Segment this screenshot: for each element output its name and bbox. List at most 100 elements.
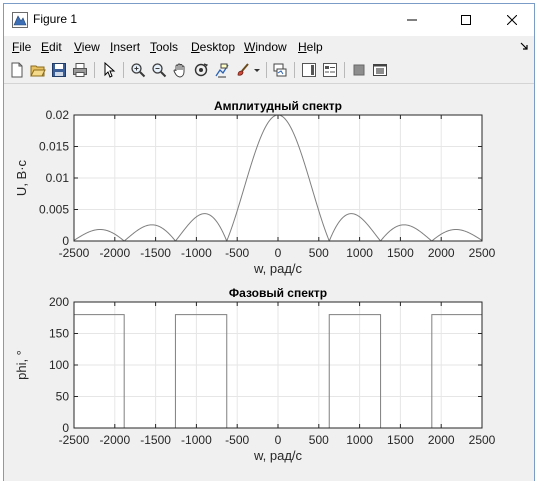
x-tick-label: 2000 bbox=[428, 246, 455, 260]
y-tick-label: 0.015 bbox=[39, 140, 69, 154]
data-cursor-icon bbox=[215, 63, 229, 78]
x-tick-label: 1000 bbox=[346, 433, 373, 447]
brush-button[interactable] bbox=[233, 60, 253, 80]
chart-title-1: Амплитудный спектр bbox=[214, 99, 342, 113]
link-plot-button[interactable] bbox=[270, 60, 290, 80]
toolbar-separator bbox=[294, 62, 295, 78]
menu-edit[interactable]: Edit bbox=[41, 40, 62, 54]
hide-plot-tools-button[interactable] bbox=[349, 60, 369, 80]
menu-view[interactable]: View bbox=[74, 40, 100, 54]
pan-hand-icon bbox=[173, 63, 185, 78]
rotate-3d-icon bbox=[194, 63, 209, 77]
y-tick-label: 150 bbox=[49, 327, 69, 341]
x-tick-label: 1500 bbox=[387, 433, 414, 447]
title-bar[interactable]: Figure 1 bbox=[4, 4, 534, 36]
y-tick-label: 0.005 bbox=[39, 203, 69, 217]
x-tick-label: 500 bbox=[309, 246, 329, 260]
maximize-icon bbox=[461, 15, 471, 25]
y-tick-label: 200 bbox=[49, 295, 69, 309]
y-axis-label-2: phi, ° bbox=[14, 350, 29, 380]
y-axis-label-1: U, В·с bbox=[14, 159, 29, 196]
brush-icon bbox=[237, 63, 249, 76]
toolbar-separator bbox=[123, 62, 124, 78]
y-tick-label: 0.02 bbox=[46, 108, 70, 122]
x-tick-label: -500 bbox=[225, 433, 249, 447]
zoom-out-icon bbox=[152, 63, 167, 78]
colorbar-icon bbox=[302, 63, 316, 77]
save-button[interactable] bbox=[49, 60, 69, 80]
show-plot-tools-button[interactable] bbox=[370, 60, 390, 80]
save-icon bbox=[52, 63, 66, 77]
show-plot-tools-icon bbox=[373, 64, 387, 76]
window-title: Figure 1 bbox=[33, 12, 78, 26]
x-tick-label: 0 bbox=[275, 433, 282, 447]
x-tick-label: -1500 bbox=[140, 433, 171, 447]
figure-window: Figure 1 File Edit View Insert Tools Des… bbox=[3, 3, 535, 481]
minimize-button[interactable] bbox=[390, 4, 434, 36]
pointer-icon bbox=[104, 62, 116, 78]
x-tick-label: 1000 bbox=[346, 246, 373, 260]
x-tick-label: -2500 bbox=[59, 433, 90, 447]
print-icon bbox=[73, 63, 87, 77]
x-tick-label: 2500 bbox=[469, 246, 496, 260]
menu-bar: File Edit View Insert Tools Desktop Wind… bbox=[4, 36, 534, 56]
y-tick-label: 0.01 bbox=[46, 171, 70, 185]
figure-canvas[interactable]: -2500 -2000 -1500 -1000 -500 0 500 1000 1500 2000… bbox=[4, 85, 534, 481]
insert-colorbar-button[interactable] bbox=[299, 60, 319, 80]
legend-icon bbox=[323, 63, 337, 77]
data-cursor-button[interactable] bbox=[212, 60, 232, 80]
x-tick-label: -1000 bbox=[181, 433, 212, 447]
x-tick-label: 2500 bbox=[469, 433, 496, 447]
close-icon bbox=[507, 15, 517, 25]
new-figure-button[interactable] bbox=[7, 60, 27, 80]
x-tick-label: 2000 bbox=[428, 433, 455, 447]
brush-dropdown-button[interactable] bbox=[252, 60, 262, 80]
x-tick-label: -2000 bbox=[99, 433, 130, 447]
pan-button[interactable] bbox=[170, 60, 190, 80]
insert-legend-button[interactable] bbox=[320, 60, 340, 80]
plots-svg: -2500 -2000 -1500 -1000 -500 0 500 1000 1500 2000… bbox=[14, 99, 496, 463]
toolbar-separator bbox=[266, 62, 267, 78]
x-axis-label-1: w, рад/с bbox=[253, 261, 303, 276]
menu-help[interactable]: Help bbox=[298, 40, 323, 54]
x-tick-label: 500 bbox=[309, 433, 329, 447]
open-file-button[interactable] bbox=[28, 60, 48, 80]
chevron-down-icon bbox=[254, 69, 260, 72]
y-tick-label: 0 bbox=[62, 234, 69, 248]
x-tick-label: -1000 bbox=[181, 246, 212, 260]
x-tick-label: -2000 bbox=[99, 246, 130, 260]
y-tick-label: 50 bbox=[56, 390, 70, 404]
zoom-out-button[interactable] bbox=[149, 60, 169, 80]
close-button[interactable] bbox=[490, 4, 534, 36]
x-tick-label: 0 bbox=[275, 246, 282, 260]
print-button[interactable] bbox=[70, 60, 90, 80]
dock-arrow-icon[interactable] bbox=[520, 42, 528, 50]
link-plot-icon bbox=[273, 63, 287, 77]
rotate-3d-button[interactable] bbox=[191, 60, 211, 80]
zoom-in-icon bbox=[131, 63, 146, 78]
x-tick-label: -500 bbox=[225, 246, 249, 260]
figure-toolbar bbox=[4, 56, 534, 84]
zoom-in-button[interactable] bbox=[128, 60, 148, 80]
new-figure-icon bbox=[11, 62, 23, 78]
toolbar-separator bbox=[94, 62, 95, 78]
menu-window[interactable]: Window bbox=[244, 40, 287, 54]
x-tick-label: -1500 bbox=[140, 246, 171, 260]
maximize-button[interactable] bbox=[444, 4, 488, 36]
matlab-figure-icon bbox=[12, 12, 28, 28]
edit-plot-button[interactable] bbox=[99, 60, 119, 80]
x-tick-label: -2500 bbox=[59, 246, 90, 260]
chart-title-2: Фазовый спектр bbox=[229, 286, 327, 300]
menu-file[interactable]: File bbox=[12, 40, 31, 54]
y-tick-label: 0 bbox=[62, 421, 69, 435]
menu-tools[interactable]: Tools bbox=[150, 40, 178, 54]
minimize-icon bbox=[407, 19, 417, 21]
x-tick-label: 1500 bbox=[387, 246, 414, 260]
open-file-icon bbox=[30, 65, 46, 77]
hide-plot-tools-icon bbox=[353, 64, 365, 76]
menu-insert[interactable]: Insert bbox=[110, 40, 140, 54]
x-axis-label-2: w, рад/с bbox=[253, 448, 303, 463]
y-tick-label: 100 bbox=[49, 358, 69, 372]
menu-desktop[interactable]: Desktop bbox=[191, 40, 235, 54]
toolbar-separator bbox=[344, 62, 345, 78]
